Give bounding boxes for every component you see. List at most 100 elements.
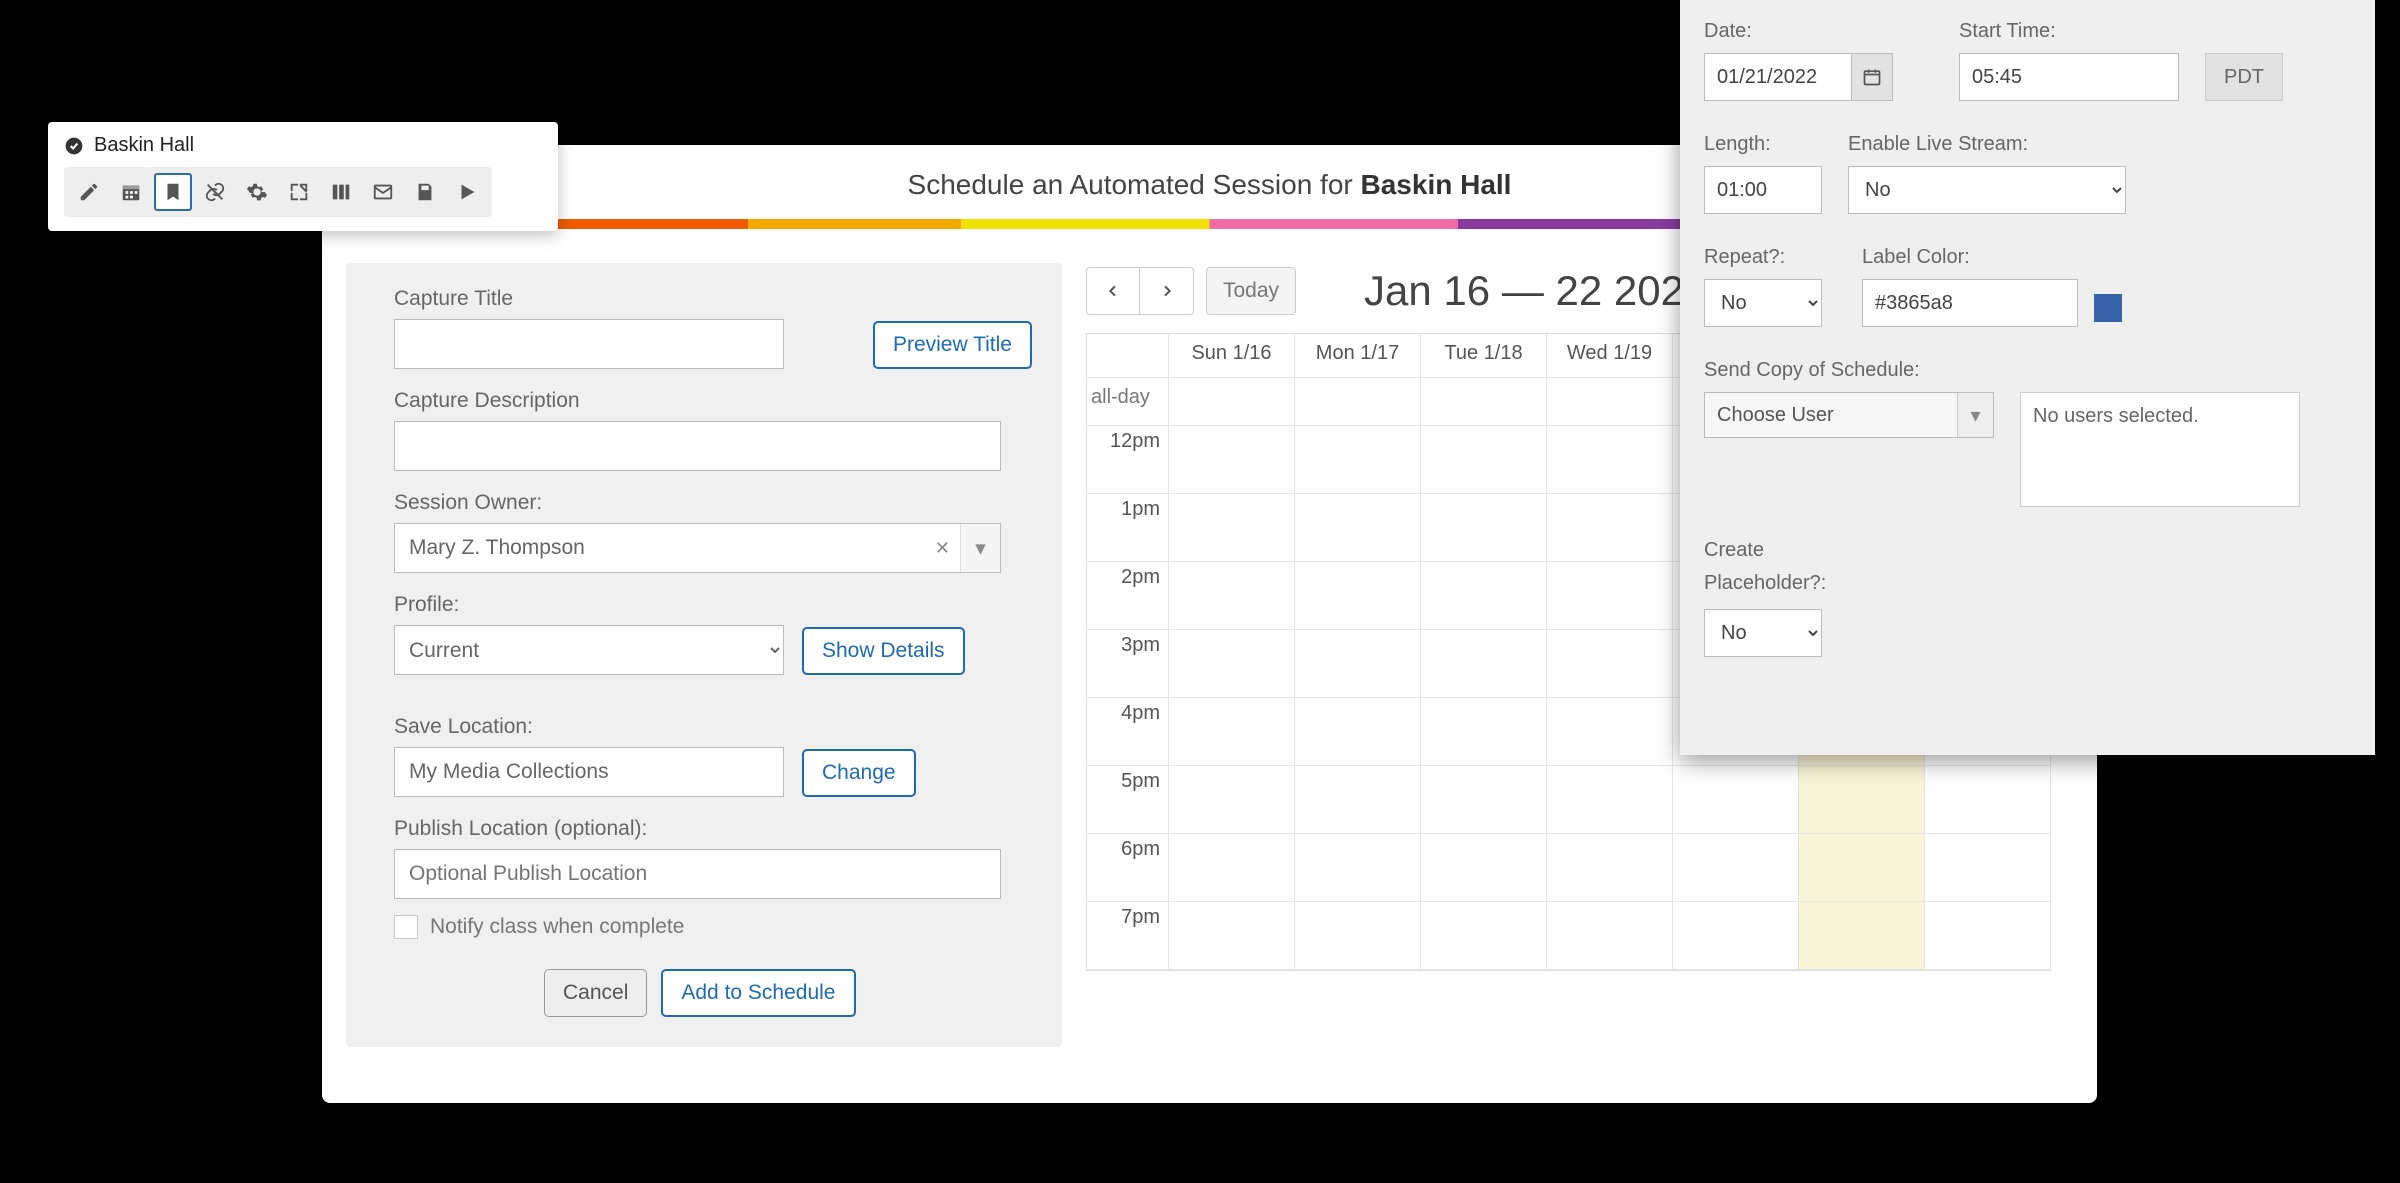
calendar-cell[interactable] bbox=[1799, 834, 1925, 902]
external-link-icon[interactable] bbox=[280, 173, 318, 211]
session-owner-label: Session Owner: bbox=[394, 491, 1032, 515]
popover-toolbar bbox=[64, 167, 492, 217]
calendar-cell[interactable] bbox=[1421, 630, 1547, 698]
calendar-cell[interactable] bbox=[1547, 630, 1673, 698]
clear-icon[interactable]: ✕ bbox=[925, 538, 960, 559]
create-placeholder-label-1: Create bbox=[1704, 539, 1844, 562]
live-stream-select[interactable]: No bbox=[1848, 166, 2126, 214]
create-placeholder-label-2: Placeholder?: bbox=[1704, 572, 1844, 595]
edit-icon[interactable] bbox=[70, 173, 108, 211]
calendar-cell[interactable] bbox=[1673, 834, 1799, 902]
calendar-cell[interactable] bbox=[1295, 494, 1421, 562]
hour-label: 7pm bbox=[1087, 902, 1169, 970]
date-input[interactable] bbox=[1704, 53, 1852, 101]
capture-desc-label: Capture Description bbox=[394, 389, 1032, 413]
calendar-cell[interactable] bbox=[1421, 562, 1547, 630]
calendar-cell[interactable] bbox=[1547, 698, 1673, 766]
length-label: Length: bbox=[1704, 133, 1822, 156]
calendar-cell[interactable] bbox=[1799, 766, 1925, 834]
calendar-cell[interactable] bbox=[1169, 630, 1295, 698]
hour-label: 12pm bbox=[1087, 426, 1169, 494]
choose-user-combo[interactable]: Choose User ▾ bbox=[1704, 392, 1994, 438]
calendar-cell[interactable] bbox=[1673, 902, 1799, 970]
gear-icon[interactable] bbox=[238, 173, 276, 211]
save-disk-icon[interactable] bbox=[406, 173, 444, 211]
calendar-cell[interactable] bbox=[1673, 766, 1799, 834]
profile-label: Profile: bbox=[394, 593, 784, 617]
calendar-cell[interactable] bbox=[1169, 698, 1295, 766]
schedule-side-panel: Date: Start Time: PDT Length: Enable Liv… bbox=[1680, 0, 2375, 755]
play-icon[interactable] bbox=[448, 173, 486, 211]
calendar-cell[interactable] bbox=[1925, 834, 2051, 902]
show-details-button[interactable]: Show Details bbox=[802, 627, 965, 675]
calendar-cell[interactable] bbox=[1169, 426, 1295, 494]
popover-room-row: Baskin Hall bbox=[64, 134, 542, 157]
calendar-cell[interactable] bbox=[1799, 902, 1925, 970]
prev-week-button[interactable] bbox=[1086, 267, 1140, 315]
hour-label: 5pm bbox=[1087, 766, 1169, 834]
bookmark-icon[interactable] bbox=[154, 173, 192, 211]
notify-label: Notify class when complete bbox=[430, 915, 684, 939]
calendar-cell[interactable] bbox=[1421, 902, 1547, 970]
color-swatch[interactable] bbox=[2094, 294, 2122, 322]
calendar-cell[interactable] bbox=[1295, 902, 1421, 970]
calendar-cell[interactable] bbox=[1295, 698, 1421, 766]
calendar-cell[interactable] bbox=[1421, 426, 1547, 494]
calendar-cell[interactable] bbox=[1547, 426, 1673, 494]
calendar-cell[interactable] bbox=[1421, 766, 1547, 834]
profile-select[interactable]: Current bbox=[394, 625, 784, 675]
hour-label: 2pm bbox=[1087, 562, 1169, 630]
calendar-cell[interactable] bbox=[1295, 766, 1421, 834]
calendar-cell[interactable] bbox=[1295, 562, 1421, 630]
calendar-cell[interactable] bbox=[1547, 494, 1673, 562]
label-color-label: Label Color: bbox=[1862, 246, 2122, 269]
calendar-cell[interactable] bbox=[1169, 494, 1295, 562]
capture-desc-input[interactable] bbox=[394, 421, 1001, 471]
calendar-grid-icon[interactable] bbox=[112, 173, 150, 211]
save-location-input[interactable] bbox=[394, 747, 784, 797]
length-input[interactable] bbox=[1704, 166, 1822, 214]
change-button[interactable]: Change bbox=[802, 749, 916, 797]
calendar-cell[interactable] bbox=[1169, 902, 1295, 970]
day-header: Tue 1/18 bbox=[1421, 334, 1547, 378]
notify-checkbox[interactable] bbox=[394, 915, 418, 939]
calendar-picker-icon[interactable] bbox=[1851, 53, 1893, 101]
calendar-cell[interactable] bbox=[1169, 766, 1295, 834]
calendar-cell[interactable] bbox=[1295, 426, 1421, 494]
repeat-select[interactable]: No bbox=[1704, 279, 1822, 327]
calendar-cell[interactable] bbox=[1169, 834, 1295, 902]
hour-label: 1pm bbox=[1087, 494, 1169, 562]
timezone-button[interactable]: PDT bbox=[2205, 53, 2283, 101]
room-popover: Baskin Hall bbox=[48, 122, 558, 231]
chevron-down-icon[interactable]: ▾ bbox=[960, 524, 1000, 572]
preview-title-button[interactable]: Preview Title bbox=[873, 321, 1032, 369]
calendar-cell[interactable] bbox=[1925, 902, 2051, 970]
mail-icon[interactable] bbox=[364, 173, 402, 211]
add-to-schedule-button[interactable]: Add to Schedule bbox=[661, 969, 855, 1017]
columns-icon[interactable] bbox=[322, 173, 360, 211]
calendar-cell[interactable] bbox=[1925, 766, 2051, 834]
calendar-cell[interactable] bbox=[1547, 562, 1673, 630]
publish-location-input[interactable] bbox=[394, 849, 1001, 899]
label-color-input[interactable] bbox=[1862, 279, 2078, 327]
calendar-cell[interactable] bbox=[1421, 494, 1547, 562]
next-week-button[interactable] bbox=[1140, 267, 1194, 315]
calendar-cell[interactable] bbox=[1295, 630, 1421, 698]
capture-title-input[interactable] bbox=[394, 319, 784, 369]
unlink-icon[interactable] bbox=[196, 173, 234, 211]
save-location-label: Save Location: bbox=[394, 715, 784, 739]
calendar-cell[interactable] bbox=[1547, 902, 1673, 970]
calendar-cell[interactable] bbox=[1421, 698, 1547, 766]
start-time-input[interactable] bbox=[1959, 53, 2179, 101]
calendar-cell[interactable] bbox=[1169, 562, 1295, 630]
calendar-cell[interactable] bbox=[1295, 834, 1421, 902]
calendar-cell[interactable] bbox=[1547, 834, 1673, 902]
cancel-button[interactable]: Cancel bbox=[544, 969, 647, 1017]
calendar-cell[interactable] bbox=[1421, 834, 1547, 902]
chevron-down-icon[interactable]: ▾ bbox=[1957, 393, 1993, 437]
day-header: Sun 1/16 bbox=[1169, 334, 1295, 378]
create-placeholder-select[interactable]: No bbox=[1704, 609, 1822, 657]
session-owner-combo[interactable]: Mary Z. Thompson ✕ ▾ bbox=[394, 523, 1001, 573]
today-button[interactable]: Today bbox=[1206, 267, 1296, 315]
calendar-cell[interactable] bbox=[1547, 766, 1673, 834]
